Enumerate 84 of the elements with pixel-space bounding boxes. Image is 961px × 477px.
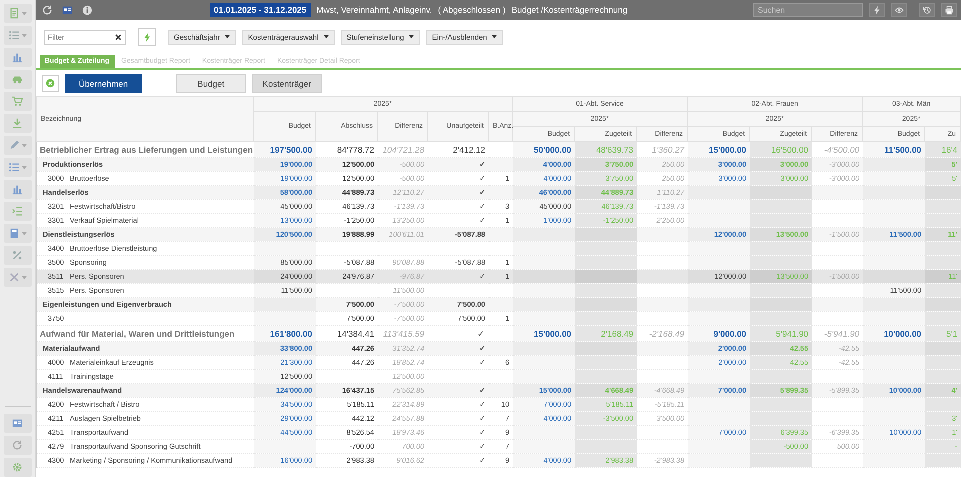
close-icon bbox=[115, 34, 122, 40]
sidebar-button[interactable] bbox=[4, 224, 32, 243]
sidebar-button[interactable] bbox=[4, 180, 32, 199]
caret-icon bbox=[22, 144, 26, 148]
sidebar-button[interactable] bbox=[4, 70, 32, 89]
sidebar-button[interactable] bbox=[4, 114, 32, 133]
table-cell: 15'000.00 bbox=[512, 326, 575, 342]
caret-icon bbox=[22, 276, 26, 280]
table-cell: 9'000.00 bbox=[688, 326, 750, 342]
tools-icon bbox=[8, 272, 20, 283]
table-cell: 2'168.49 bbox=[574, 326, 637, 342]
history-icon bbox=[922, 6, 932, 14]
info-button[interactable] bbox=[80, 3, 94, 17]
car-icon bbox=[12, 74, 23, 85]
lightning-icon bbox=[143, 32, 151, 42]
cart-icon bbox=[12, 96, 23, 107]
group-label: Aufwand für Material, Waren und Drittleistungen bbox=[40, 328, 235, 338]
settings-text: Mwst, Vereinnahmt, Anlageinv. bbox=[316, 5, 432, 15]
sidebar-button[interactable] bbox=[4, 202, 32, 221]
bar-chart-icon bbox=[12, 184, 23, 195]
sidebar-button[interactable] bbox=[4, 246, 32, 265]
table-cell: 15'000.00 bbox=[688, 142, 750, 158]
caret-icon bbox=[22, 232, 26, 236]
calculator-icon bbox=[8, 228, 20, 239]
group-label: Betrieblicher Ertrag aus Lieferungen und Leistungen bbox=[40, 144, 254, 154]
sidebar-button[interactable] bbox=[4, 136, 32, 155]
table-cell: 16'4 bbox=[924, 142, 961, 158]
sidebar-button[interactable] bbox=[4, 4, 32, 23]
caret-icon bbox=[22, 34, 26, 38]
table-cell: 5'941.90 bbox=[750, 326, 812, 342]
toolbar-button[interactable] bbox=[869, 3, 885, 17]
date-range: 01.01.2025 - 31.12.2025 bbox=[210, 3, 311, 17]
download-icon bbox=[12, 118, 23, 129]
refresh-icon bbox=[42, 4, 52, 16]
id-card-icon bbox=[12, 418, 23, 429]
caret-icon bbox=[225, 35, 230, 39]
status-text: ( Abgeschlossen ) bbox=[438, 5, 506, 15]
table-cell: 50'000.00 bbox=[512, 142, 575, 158]
document-icon bbox=[8, 8, 20, 19]
view-button[interactable]: Kostenträger bbox=[252, 74, 322, 93]
caret-icon bbox=[22, 166, 26, 170]
print-icon bbox=[944, 6, 954, 14]
caret-icon bbox=[492, 35, 498, 39]
percent-icon bbox=[12, 250, 23, 261]
toolbar-button[interactable] bbox=[891, 3, 907, 17]
close-icon bbox=[46, 79, 55, 88]
id-card-icon bbox=[62, 4, 72, 16]
table-cell: 11'500.00 bbox=[862, 142, 925, 158]
sidebar-button[interactable] bbox=[4, 414, 32, 433]
module-title: Budget /Kostenträgerrechnung bbox=[512, 5, 628, 15]
list-icon bbox=[8, 162, 20, 173]
caret-icon bbox=[409, 35, 414, 39]
gear-icon bbox=[12, 462, 23, 473]
search-field[interactable]: Suchen bbox=[753, 3, 863, 17]
sidebar-button[interactable] bbox=[4, 26, 32, 45]
eye-icon bbox=[894, 6, 904, 14]
refresh-icon bbox=[12, 440, 23, 451]
list-icon bbox=[8, 30, 20, 41]
table-cell: 5'1 bbox=[924, 326, 961, 342]
sidebar-button[interactable] bbox=[4, 158, 32, 177]
indent-icon bbox=[12, 206, 23, 217]
lightning-icon bbox=[872, 6, 882, 14]
bar-chart-icon bbox=[12, 52, 23, 63]
table-cell: 48'639.73 bbox=[574, 142, 637, 158]
info-icon bbox=[82, 4, 92, 16]
table-cell: 161'800.00 bbox=[254, 326, 316, 342]
caret-icon bbox=[324, 35, 329, 39]
sidebar-button[interactable] bbox=[4, 92, 32, 111]
table-cell: 16'500.00 bbox=[750, 142, 812, 158]
sidebar-button[interactable] bbox=[4, 458, 32, 477]
toolbar-button[interactable] bbox=[919, 3, 935, 17]
pencil-icon bbox=[8, 140, 20, 151]
toolbar-button[interactable] bbox=[941, 3, 957, 17]
cancel-button[interactable] bbox=[42, 75, 59, 92]
apply-button[interactable]: Übernehmen bbox=[65, 74, 142, 93]
sidebar-button[interactable] bbox=[4, 48, 32, 67]
table-row[interactable]: Aufwand für Material, Waren und Drittleistungen 161'800.00 14'384.41 113'415.59 ✓ 15'000.00 2'168.49 -2'168.49 9'000.00 5'941.90 -5'941.90 10'000.00 5'1 bbox=[36, 326, 961, 342]
caret-icon bbox=[22, 12, 26, 16]
sidebar-button[interactable] bbox=[4, 436, 32, 455]
table-row[interactable]: Betrieblicher Ertrag aus Lieferungen und Leistungen 197'500.00 84'778.72 104'721.28 2'412.12 50'000.00 48'639.73 1'360.27 15'000.00 16'500.00 -4'500.00 11'500.00 16'4 bbox=[36, 142, 961, 158]
table-cell: 197'500.00 bbox=[254, 142, 316, 158]
view-button[interactable]: Budget bbox=[176, 74, 246, 93]
table-cell: 10'000.00 bbox=[862, 326, 925, 342]
sidebar-button[interactable] bbox=[4, 268, 32, 287]
